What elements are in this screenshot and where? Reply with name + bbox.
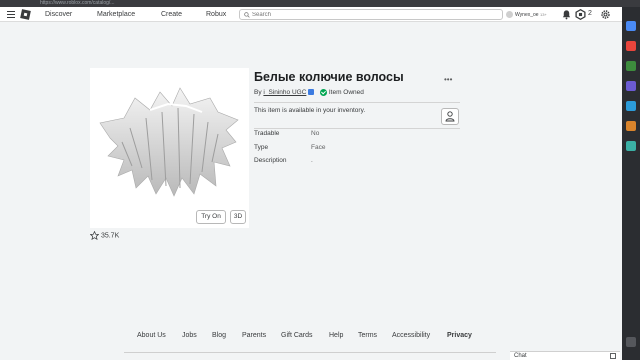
sidebar-app-icon[interactable]	[626, 61, 636, 71]
footer-link-terms[interactable]: Terms	[358, 332, 377, 339]
more-options-icon[interactable]: •••	[444, 75, 452, 84]
detail-label-type: Type	[254, 144, 269, 151]
sidebar-app-icon[interactable]	[626, 141, 636, 151]
roblox-logo-icon[interactable]	[20, 9, 31, 20]
sidebar-app-icon[interactable]	[626, 41, 636, 51]
owned-label: Item Owned	[328, 89, 364, 96]
footer-link-parents[interactable]: Parents	[242, 332, 266, 339]
footer-link-about-us[interactable]: About Us	[137, 332, 166, 339]
robux-balance: 2	[588, 10, 592, 17]
footer-divider	[124, 352, 496, 353]
roblox-page: Discover Marketplace Create Robux Wynex_…	[0, 7, 622, 360]
favorite-count-value: 35.7K	[100, 232, 120, 240]
detail-value-description: .	[311, 157, 313, 164]
footer-link-privacy[interactable]: Privacy	[447, 332, 472, 339]
footer-link-accessibility[interactable]: Accessibility	[392, 332, 430, 339]
avatar-outline-icon	[445, 111, 455, 122]
nav-marketplace[interactable]: Marketplace	[97, 10, 135, 19]
chat-bar[interactable]: Chat	[510, 351, 620, 360]
divider	[254, 102, 460, 103]
inventory-note: This item is available in your inventory…	[254, 107, 366, 114]
search-icon	[244, 12, 250, 18]
footer-link-jobs[interactable]: Jobs	[182, 332, 197, 339]
item-thumbnail: Try On 3D	[90, 68, 249, 228]
browser-top-bar: https://www.roblox.com/catalog/...	[0, 0, 640, 7]
white-spiky-hair-image	[99, 87, 239, 197]
detail-label-tradable: Tradable	[254, 130, 280, 137]
nav-discover[interactable]: Discover	[45, 10, 72, 19]
user-profile-chip[interactable]: Wynex_oe 13+	[506, 11, 547, 18]
username: Wynex_oe	[515, 11, 539, 18]
search-input[interactable]	[252, 11, 492, 19]
favorite-count[interactable]: 35.7K	[89, 230, 120, 241]
age-tag: 13+	[539, 11, 547, 17]
item-title: Белые колючие волосы	[254, 70, 404, 84]
chat-label: Chat	[514, 353, 527, 359]
detail-value-tradable: No	[311, 130, 320, 137]
item-byline: By i_Sininho UGC Item Owned	[254, 88, 364, 97]
menu-icon[interactable]	[7, 11, 15, 18]
footer-link-gift-cards[interactable]: Gift Cards	[281, 332, 313, 339]
sidebar-app-icon[interactable]	[626, 101, 636, 111]
by-prefix: By	[254, 89, 262, 96]
view-3d-button[interactable]: 3D	[230, 210, 246, 224]
robux-icon[interactable]	[575, 9, 586, 20]
sidebar-app-icon[interactable]	[626, 81, 636, 91]
sidebar-settings-icon[interactable]	[626, 337, 636, 347]
nav-create[interactable]: Create	[161, 10, 182, 19]
settings-gear-icon[interactable]	[600, 9, 611, 20]
top-nav: Discover Marketplace Create Robux Wynex_…	[0, 7, 622, 22]
owned-check-icon	[320, 88, 328, 96]
nav-robux[interactable]: Robux	[206, 10, 226, 19]
chat-expand-icon[interactable]	[610, 353, 616, 359]
avatar	[506, 11, 513, 18]
footer-link-help[interactable]: Help	[329, 332, 343, 339]
notification-bell-icon[interactable]	[561, 9, 572, 20]
verified-badge-icon	[308, 89, 315, 96]
detail-label-description: Description	[254, 157, 287, 164]
creator-link[interactable]: i_Sininho UGC	[263, 89, 306, 96]
footer-link-blog[interactable]: Blog	[212, 332, 226, 339]
browser-url[interactable]: https://www.roblox.com/catalog/...	[40, 0, 240, 6]
browser-side-panel	[622, 7, 640, 360]
try-on-button[interactable]: Try On	[196, 210, 226, 224]
divider	[254, 128, 460, 129]
sidebar-app-icon[interactable]	[626, 21, 636, 31]
try-on-avatar-button[interactable]	[441, 108, 459, 125]
detail-value-type: Face	[311, 144, 326, 151]
star-icon[interactable]	[89, 230, 100, 241]
search-box[interactable]	[239, 9, 503, 20]
sidebar-app-icon[interactable]	[626, 121, 636, 131]
